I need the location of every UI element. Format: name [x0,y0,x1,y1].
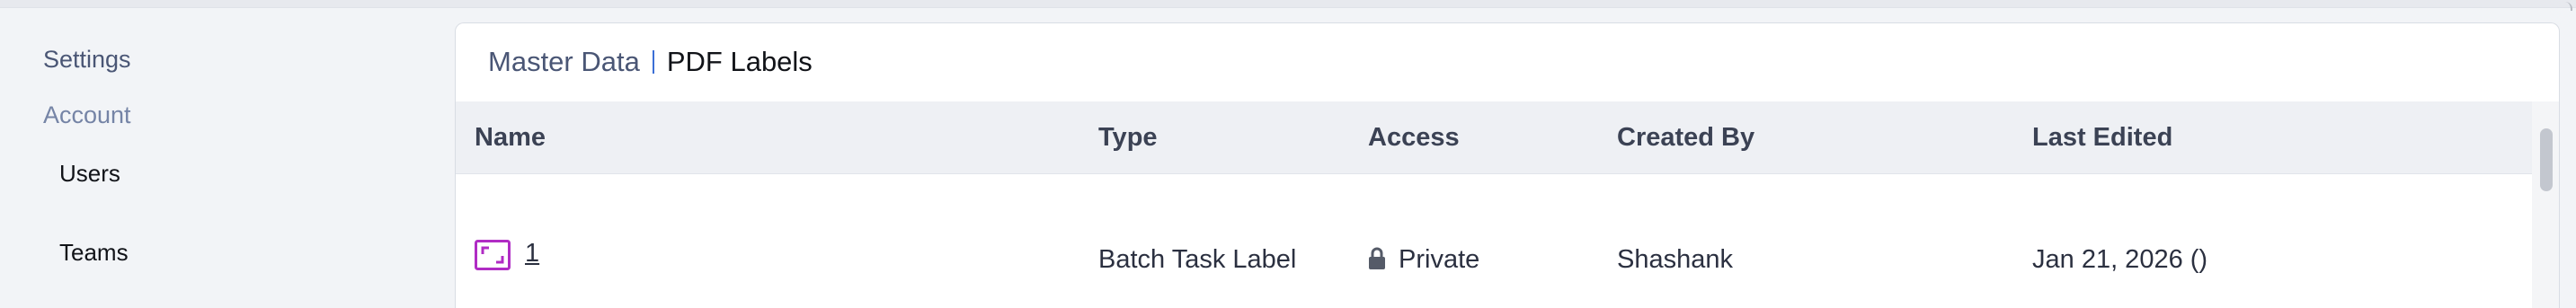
sidebar: Settings Account Users Teams [0,8,454,307]
column-header-last-edited[interactable]: Last Edited [2032,123,2172,153]
top-strip [0,0,2576,11]
pdf-label-icon [475,240,511,270]
table-row[interactable]: 1 Batch Task Label Private Shashank Jan … [456,174,2532,308]
cell-last-edited: Jan 21, 2026 () [2032,245,2208,274]
column-header-name[interactable]: Name [475,123,546,153]
corner-mark [2565,2,2572,11]
column-header-type[interactable]: Type [1098,123,1158,153]
sidebar-item-teams[interactable]: Teams [59,239,129,267]
table-header: Name Type Access Created By Last Edited [456,101,2532,174]
sidebar-item-users[interactable]: Users [59,160,120,188]
cell-type: Batch Task Label [1098,245,1297,274]
breadcrumb: Master Data PDF Labels [488,46,813,78]
cell-created-by: Shashank [1617,245,1733,274]
scrollbar-thumb[interactable] [2540,128,2553,191]
main-panel: Master Data PDF Labels Name Type Access … [455,22,2560,308]
breadcrumb-master-data[interactable]: Master Data [488,46,640,78]
column-header-created-by[interactable]: Created By [1617,123,1754,153]
lock-icon [1369,247,1385,269]
cell-access: Private [1368,245,1479,275]
breadcrumb-pdf-labels: PDF Labels [666,46,813,77]
label-name-link[interactable]: 1 [525,239,539,268]
access-label: Private [1399,245,1480,274]
breadcrumb-separator [652,50,654,74]
sidebar-section-settings: Settings [43,46,131,73]
vertical-scrollbar[interactable] [2532,101,2559,308]
column-header-access[interactable]: Access [1368,123,1460,153]
sidebar-section-account: Account [43,101,131,128]
